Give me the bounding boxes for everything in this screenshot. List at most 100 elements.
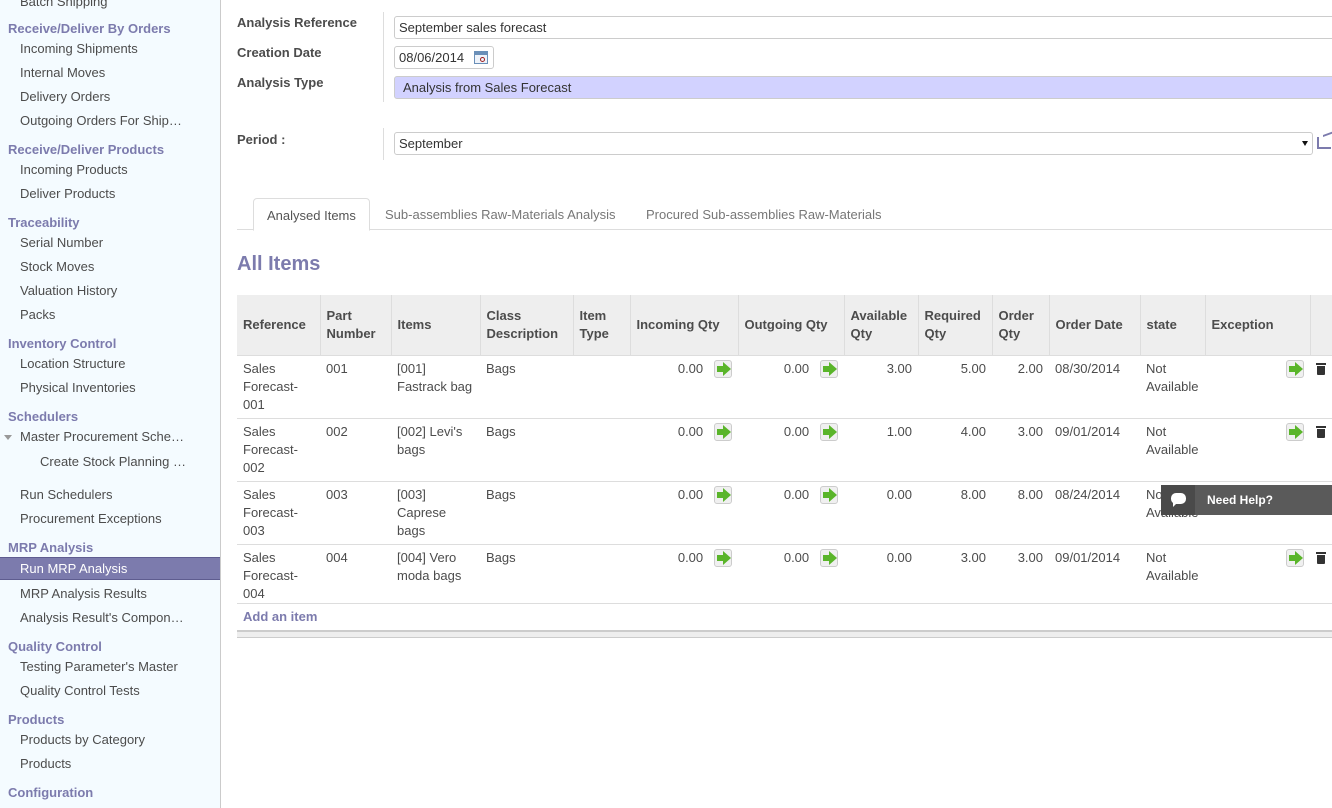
sidebar-item-create-stock-planning[interactable]: Create Stock Planning … xyxy=(40,454,186,469)
col-exception[interactable]: Exception xyxy=(1204,295,1310,355)
sidebar-item-deliver-products[interactable]: Deliver Products xyxy=(20,186,115,201)
period-select[interactable]: September xyxy=(394,132,1313,155)
sidebar-section-schedulers[interactable]: Schedulers xyxy=(8,409,78,424)
cell-incoming-qty: 0.00 xyxy=(630,417,738,481)
arrow-right-icon[interactable] xyxy=(714,359,732,378)
col-incoming-qty[interactable]: Incoming Qty xyxy=(629,295,738,355)
col-order-date[interactable]: Order Date xyxy=(1048,295,1140,355)
sidebar-item-products-by-category[interactable]: Products by Category xyxy=(20,732,145,747)
sidebar-item-procurement-exceptions[interactable]: Procurement Exceptions xyxy=(20,511,162,526)
cell-outgoing-qty: 0.00 xyxy=(738,480,844,544)
external-link-icon[interactable] xyxy=(1317,137,1331,149)
sidebar-section-inventory-control[interactable]: Inventory Control xyxy=(8,336,116,351)
cell-reference: Sales Forecast-003 xyxy=(237,480,320,544)
arrow-right-icon[interactable] xyxy=(714,422,732,441)
arrow-right-icon[interactable] xyxy=(820,422,838,441)
add-item-link[interactable]: Add an item xyxy=(243,609,317,624)
cell-required-qty: 4.00 xyxy=(918,417,992,481)
period-label: Period : xyxy=(237,132,286,147)
col-part-number[interactable]: Part Number xyxy=(319,295,391,355)
arrow-right-icon[interactable] xyxy=(714,485,732,504)
col-state[interactable]: state xyxy=(1139,295,1205,355)
col-class-description[interactable]: Class Description xyxy=(479,295,573,355)
cell-item: [004] Vero moda bags xyxy=(391,543,480,607)
trash-icon[interactable] xyxy=(1316,425,1326,438)
period-value: September xyxy=(399,136,463,151)
col-outgoing-qty[interactable]: Outgoing Qty xyxy=(737,295,844,355)
arrow-right-icon[interactable] xyxy=(714,548,732,567)
sidebar-item-incoming-shipments[interactable]: Incoming Shipments xyxy=(20,41,138,56)
sidebar-item-mrp-analysis-results[interactable]: MRP Analysis Results xyxy=(20,586,147,601)
need-help-widget[interactable]: Need Help? xyxy=(1161,485,1332,515)
cell-outgoing-qty: 0.00 xyxy=(738,354,844,418)
cell-incoming-qty: 0.00 xyxy=(630,480,738,544)
sidebar-item-incoming-products[interactable]: Incoming Products xyxy=(20,162,128,177)
collapse-triangle-icon[interactable] xyxy=(4,435,12,440)
sidebar-item-stock-moves[interactable]: Stock Moves xyxy=(20,259,94,274)
sidebar-item-internal-moves[interactable]: Internal Moves xyxy=(20,65,105,80)
outgoing-qty-value: 0.00 xyxy=(783,486,810,502)
sidebar-section-configuration[interactable]: Configuration xyxy=(8,785,93,800)
sidebar-item-master-procurement[interactable]: Master Procurement Sche… xyxy=(20,429,184,444)
sidebar-section-traceability[interactable]: Traceability xyxy=(8,215,80,230)
sidebar-item-batch-shipping[interactable]: Batch Shipping xyxy=(20,0,107,9)
sidebar-item-run-schedulers[interactable]: Run Schedulers xyxy=(20,487,113,502)
cell-item-type xyxy=(573,417,630,481)
sidebar-item-location-structure[interactable]: Location Structure xyxy=(20,356,126,371)
items-table: Reference Part Number Items Class Descri… xyxy=(237,295,1332,607)
tab-analysed-items[interactable]: Analysed Items xyxy=(253,198,370,231)
col-required-qty[interactable]: Required Qty xyxy=(917,295,992,355)
col-item-type[interactable]: Item Type xyxy=(572,295,630,355)
col-available-qty[interactable]: Available Qty xyxy=(843,295,918,355)
cell-incoming-qty: 0.00 xyxy=(630,543,738,607)
col-reference[interactable]: Reference xyxy=(237,295,320,355)
sidebar-section-receive-deliver-orders[interactable]: Receive/Deliver By Orders xyxy=(8,21,171,36)
cell-order-date: 09/01/2014 xyxy=(1049,543,1140,607)
calendar-icon[interactable] xyxy=(474,51,488,64)
cell-available-qty: 3.00 xyxy=(844,354,918,418)
sidebar-item-analysis-result-components[interactable]: Analysis Result's Compon… xyxy=(20,610,184,625)
sidebar-item-physical-inventories[interactable]: Physical Inventories xyxy=(20,380,136,395)
sidebar: Batch Shipping Receive/Deliver By Orders… xyxy=(0,0,221,808)
main-content: Analysis Reference September sales forec… xyxy=(222,0,1332,808)
sidebar-section-products[interactable]: Products xyxy=(8,712,64,727)
sidebar-section-mrp-analysis[interactable]: MRP Analysis xyxy=(8,540,93,555)
creation-date-label: Creation Date xyxy=(237,45,322,60)
cell-outgoing-qty: 0.00 xyxy=(738,417,844,481)
trash-icon[interactable] xyxy=(1316,362,1326,375)
col-order-qty[interactable]: Order Qty xyxy=(991,295,1049,355)
sidebar-item-serial-number[interactable]: Serial Number xyxy=(20,235,103,250)
table-row[interactable]: Sales Forecast-004 004 [004] Vero moda b… xyxy=(237,543,1332,607)
sidebar-item-run-mrp-analysis[interactable]: Run MRP Analysis xyxy=(0,557,220,580)
tab-procured-sub-assemblies[interactable]: Procured Sub-assemblies Raw-Materials xyxy=(633,198,895,231)
table-footer xyxy=(237,630,1332,638)
arrow-right-icon[interactable] xyxy=(1286,359,1304,378)
analysis-type-select[interactable]: Analysis from Sales Forecast xyxy=(394,76,1332,99)
sidebar-item-quality-control-tests[interactable]: Quality Control Tests xyxy=(20,683,140,698)
sidebar-item-delivery-orders[interactable]: Delivery Orders xyxy=(20,89,110,104)
arrow-right-icon[interactable] xyxy=(820,359,838,378)
cell-reference: Sales Forecast-002 xyxy=(237,417,320,481)
sidebar-item-testing-parameters[interactable]: Testing Parameter's Master xyxy=(20,659,178,674)
sidebar-section-receive-deliver-products[interactable]: Receive/Deliver Products xyxy=(8,142,164,157)
col-actions xyxy=(1309,295,1332,355)
tab-sub-assemblies-analysis[interactable]: Sub-assemblies Raw-Materials Analysis xyxy=(372,198,628,231)
sidebar-item-outgoing-orders[interactable]: Outgoing Orders For Ship… xyxy=(20,113,182,128)
need-help-label: Need Help? xyxy=(1207,493,1274,507)
creation-date-input[interactable]: 08/06/2014 xyxy=(394,46,494,69)
arrow-right-icon[interactable] xyxy=(1286,548,1304,567)
cell-part-number: 002 xyxy=(320,417,391,481)
col-items[interactable]: Items xyxy=(390,295,480,355)
arrow-right-icon[interactable] xyxy=(820,485,838,504)
analysis-reference-input[interactable]: September sales forecast xyxy=(394,16,1332,39)
table-row[interactable]: Sales Forecast-002 002 [002] Levi's bags… xyxy=(237,417,1332,481)
table-row[interactable]: Sales Forecast-001 001 [001] Fastrack ba… xyxy=(237,354,1332,418)
arrow-right-icon[interactable] xyxy=(1286,422,1304,441)
arrow-right-icon[interactable] xyxy=(820,548,838,567)
trash-icon[interactable] xyxy=(1316,551,1326,564)
sidebar-section-quality-control[interactable]: Quality Control xyxy=(8,639,102,654)
sidebar-item-valuation-history[interactable]: Valuation History xyxy=(20,283,117,298)
sidebar-item-packs[interactable]: Packs xyxy=(20,307,55,322)
analysis-type-label: Analysis Type xyxy=(237,75,324,90)
sidebar-item-products[interactable]: Products xyxy=(20,756,71,771)
